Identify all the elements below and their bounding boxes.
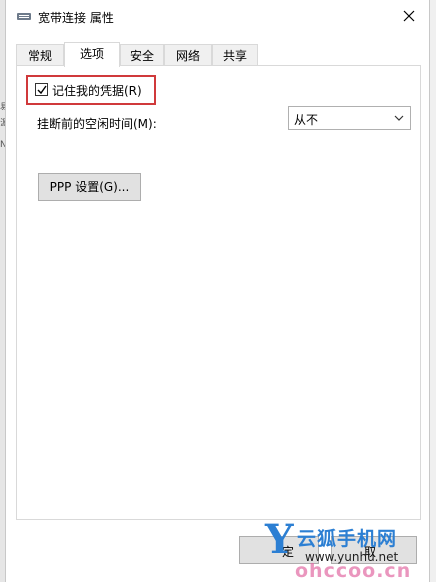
remember-credentials-label[interactable]: 记住我的凭据(R) xyxy=(52,82,142,99)
properties-dialog: 宽带连接 属性 常规 选项 安全 网络 共享 记住我的凭据(R) 挂断前的空闲时… xyxy=(5,0,430,582)
remember-credentials-checkbox[interactable] xyxy=(35,83,48,96)
tab-options[interactable]: 选项 xyxy=(64,42,120,67)
window-title: 宽带连接 属性 xyxy=(38,11,114,25)
ppp-settings-button[interactable]: PPP 设置(G)... xyxy=(38,173,141,201)
idle-time-label: 挂断前的空闲时间(M): xyxy=(37,117,157,131)
tab-security[interactable]: 安全 xyxy=(120,44,164,66)
tab-sharing[interactable]: 共享 xyxy=(212,44,258,66)
watermark-name: 云狐手机网 xyxy=(297,528,398,550)
idle-time-value: 从不 xyxy=(294,113,319,127)
close-icon xyxy=(403,10,415,22)
tab-general[interactable]: 常规 xyxy=(16,44,64,66)
network-connection-icon xyxy=(16,10,32,22)
check-icon xyxy=(37,85,47,95)
idle-time-select[interactable]: 从不 xyxy=(288,106,411,130)
chevron-down-icon xyxy=(394,115,404,121)
title-bar: 宽带连接 属性 xyxy=(6,0,429,32)
watermark-logo: Y xyxy=(265,516,294,563)
tab-strip: 常规 选项 安全 网络 共享 xyxy=(16,42,416,67)
watermark: Y 云狐手机网 www.yunhu.net ohccoo.cn xyxy=(265,516,435,582)
tab-networking[interactable]: 网络 xyxy=(164,44,212,66)
options-panel: 记住我的凭据(R) 挂断前的空闲时间(M): 从不 PPP 设置(G)... xyxy=(16,65,421,520)
close-button[interactable] xyxy=(397,4,421,28)
watermark-overlay: ohccoo.cn xyxy=(295,560,412,582)
